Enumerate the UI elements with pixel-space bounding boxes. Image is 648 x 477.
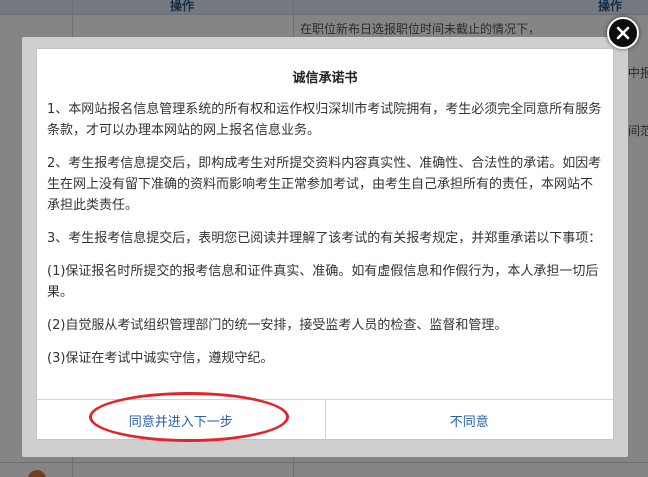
pledge-paragraph-1: 1、本网站报名信息管理系统的所有权和运作权归深圳市考试院拥有，考生必须完全同意所… (47, 102, 602, 138)
dialog-body: 1、本网站报名信息管理系统的所有权和运作权归深圳市考试院拥有，考生必须完全同意所… (47, 99, 603, 381)
agree-next-button[interactable]: 同意并进入下一步 (37, 400, 325, 440)
pledge-item-3: (3)保证在考试中诚实守信，遵规守纪。 (47, 351, 274, 366)
pledge-item-1: (1)保证报名时所提交的报考信息和证件真实、准确。如有虚假信息和作假行为，本人承… (47, 264, 599, 300)
pledge-item-2: (2)自觉服从考试组织管理部门的统一安排，接受监考人员的检查、监督和管理。 (47, 318, 508, 333)
close-button[interactable] (607, 17, 639, 49)
integrity-pledge-dialog: 诚信承诺书 1、本网站报名信息管理系统的所有权和运作权归深圳市考试院拥有，考生必… (36, 48, 614, 440)
pledge-paragraph-3: 3、考生报考信息提交后，表明您已阅读并理解了该考试的有关报考规定，并郑重承诺以下… (47, 231, 602, 246)
pledge-paragraph-2: 2、考生报考信息提交后，即构成考生对所提交资料内容真实性、准确性、合法性的承诺。… (47, 156, 602, 213)
dialog-title: 诚信承诺书 (292, 71, 358, 86)
disagree-button[interactable]: 不同意 (324, 400, 614, 440)
dialog-footer: 同意并进入下一步 不同意 (37, 399, 613, 440)
close-icon (616, 26, 630, 40)
